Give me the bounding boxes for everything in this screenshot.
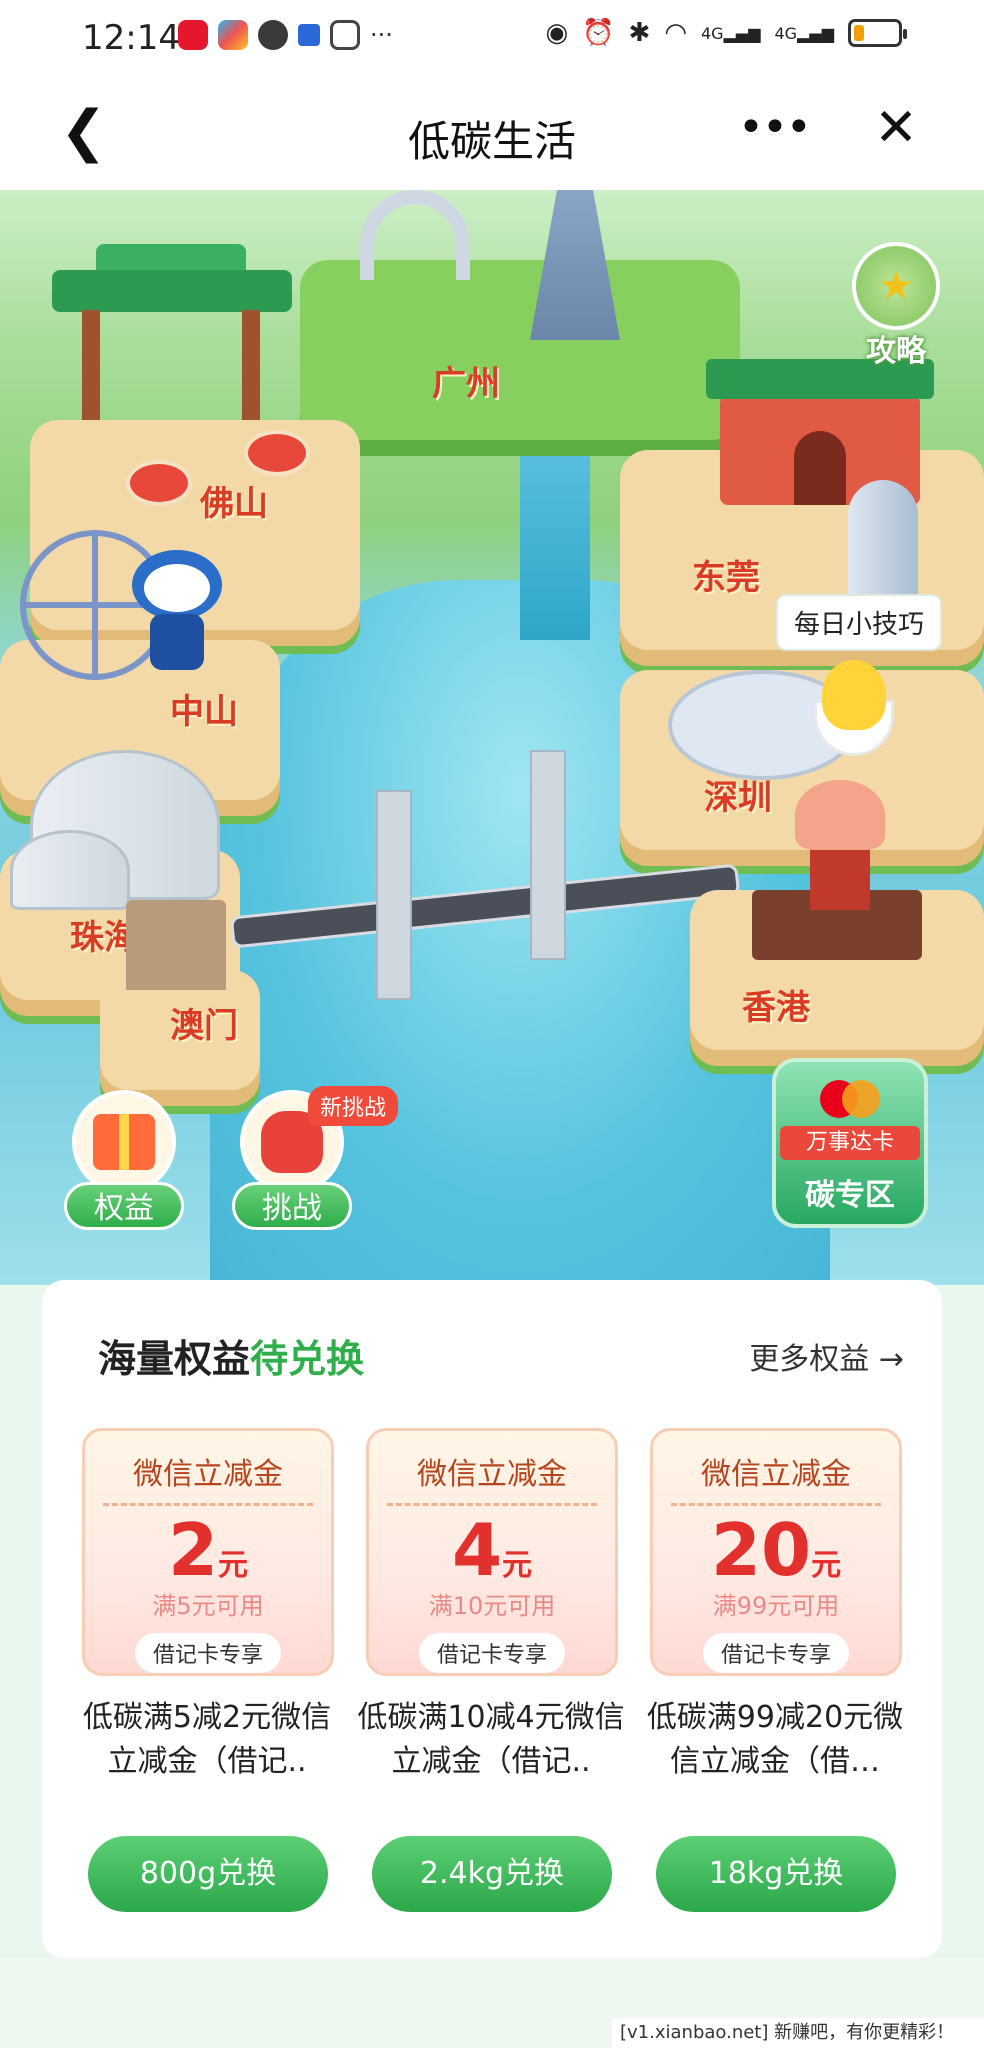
city-label-dongguan: 东莞 xyxy=(692,558,760,598)
coupon-tag: 借记卡专享 xyxy=(134,1633,281,1673)
coupon-condition: 满10元可用 xyxy=(428,1592,556,1620)
city-label-zhongshan: 中山 xyxy=(170,692,238,732)
guide-label: 攻略 xyxy=(866,334,926,369)
coupon-header: 微信立减金 xyxy=(701,1457,851,1492)
benefits-section: 海量权益待兑换 更多权益 → 微信立减金 2元 满5元可用 借记卡专享 低碳满5… xyxy=(42,1280,942,1958)
ruins-landmark xyxy=(126,900,226,990)
alarm-icon: ⏰ xyxy=(582,18,615,48)
m-app-icon xyxy=(298,24,320,46)
star-book-icon: ★ xyxy=(852,242,940,330)
mastercard-logo-icon xyxy=(820,1080,880,1118)
coupon-card[interactable]: 微信立减金 4元 满10元可用 借记卡专享 xyxy=(366,1428,618,1676)
coupon-amount: 2元 xyxy=(167,1508,249,1592)
mastercard-ribbon: 万事达卡 xyxy=(780,1126,920,1160)
city-label-shenzhen: 深圳 xyxy=(704,778,772,818)
drum-landmark xyxy=(126,460,192,506)
weibo-icon xyxy=(178,20,208,50)
more-benefits-link[interactable]: 更多权益 → xyxy=(749,1334,904,1378)
watermark: [v1.xianbao.net] 新赚吧，有你更精彩！ xyxy=(612,2018,984,2048)
benefits-button[interactable]: 权益 xyxy=(62,1090,186,1230)
status-app-icons: ··· xyxy=(178,20,393,50)
signal-icon: 4G▂▄▆ xyxy=(701,23,761,43)
island-guangzhou[interactable] xyxy=(300,260,740,440)
redeem-button[interactable]: 800g兑换 xyxy=(88,1836,328,1912)
page-title: 低碳生活 xyxy=(407,117,576,166)
status-bar: 12:14 ··· ◉ ⏰ ✱ ◠ 4G▂▄▆ 4G▂▄▆ xyxy=(0,0,984,78)
bridge-pillar xyxy=(376,790,412,1000)
coupon-card[interactable]: 微信立减金 20元 满99元可用 借记卡专享 xyxy=(650,1428,902,1676)
coupon-condition: 满5元可用 xyxy=(152,1592,264,1620)
guide-button[interactable]: ★ 攻略 xyxy=(848,242,944,369)
battery-icon xyxy=(848,19,907,47)
close-icon: ✕ xyxy=(874,98,918,158)
status-time: 12:14 xyxy=(82,18,180,58)
chick-icon[interactable] xyxy=(822,660,886,730)
carbon-zone-card[interactable]: 万事达卡 碳专区 xyxy=(772,1058,928,1228)
redeem-button[interactable]: 2.4kg兑换 xyxy=(372,1836,612,1912)
canton-tower xyxy=(530,190,620,340)
eye-icon: ◉ xyxy=(545,18,569,48)
coupon-header: 微信立减金 xyxy=(417,1457,567,1492)
coupon-description: 低碳满10减4元微信立减金（借记.. xyxy=(357,1700,625,1779)
hand-icon xyxy=(330,20,360,50)
redeem-button[interactable]: 18kg兑换 xyxy=(656,1836,896,1912)
coupon-header: 微信立减金 xyxy=(133,1457,283,1492)
wifi-icon: ◠ xyxy=(664,18,687,48)
city-label-macau: 澳门 xyxy=(170,1006,238,1046)
daily-tip-bubble[interactable]: 每日小技巧 xyxy=(776,594,943,651)
carbon-zone-title: 碳专区 xyxy=(805,1178,895,1213)
nav-bar: ❮ 低碳生活 ••• ✕ xyxy=(0,78,984,190)
benefits-title: 海量权益待兑换 xyxy=(98,1337,365,1381)
city-label-hongkong: 香港 xyxy=(742,988,810,1028)
city-label-guangzhou: 广州 xyxy=(432,364,500,404)
bauhinia-landmark xyxy=(795,780,885,850)
more-icon: ••• xyxy=(738,102,812,153)
opera-house-landmark xyxy=(10,830,130,910)
wechat-icon xyxy=(258,20,288,50)
coupon-tag: 借记卡专享 xyxy=(418,1633,565,1673)
coupon-amount: 20元 xyxy=(710,1508,842,1592)
coupon-tag: 借记卡专享 xyxy=(702,1633,849,1673)
foshan-gate xyxy=(52,244,292,420)
bluetooth-icon: ✱ xyxy=(628,18,651,48)
coupon-condition: 满99元可用 xyxy=(712,1592,840,1620)
city-label-foshan: 佛山 xyxy=(200,484,268,524)
new-challenge-badge: 新挑战 xyxy=(308,1086,399,1126)
signal-icon: 4G▂▄▆ xyxy=(774,23,835,43)
benefits-label: 权益 xyxy=(64,1182,184,1230)
bridge-pillar xyxy=(530,750,566,960)
gift-icon xyxy=(72,1090,176,1194)
mascot-avatar[interactable] xyxy=(122,550,232,670)
drum-landmark xyxy=(244,430,310,476)
close-button[interactable]: ✕ xyxy=(866,98,926,162)
more-notifications-icon: ··· xyxy=(370,21,393,49)
lotus-pillar xyxy=(810,840,870,910)
status-indicators: ◉ ⏰ ✱ ◠ 4G▂▄▆ 4G▂▄▆ xyxy=(545,18,907,48)
app-icon xyxy=(218,20,248,50)
arch-landmark xyxy=(360,190,470,280)
coupon-description: 低碳满5减2元微信立减金（借记.. xyxy=(82,1700,332,1779)
coupon-card[interactable]: 微信立减金 2元 满5元可用 借记卡专享 xyxy=(82,1428,334,1676)
challenge-label: 挑战 xyxy=(232,1182,352,1230)
coupon-amount: 4元 xyxy=(451,1508,533,1592)
coupon-description: 低碳满99减20元微信立减金（借… xyxy=(646,1700,904,1779)
more-button[interactable]: ••• xyxy=(738,98,812,162)
